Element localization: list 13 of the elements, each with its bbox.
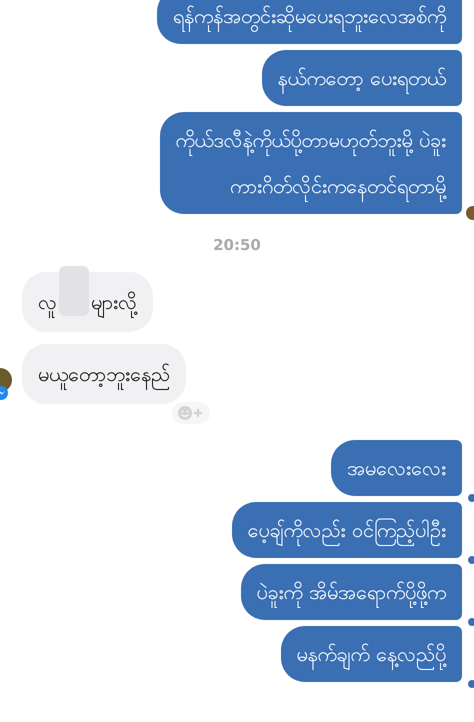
- message-text: နယ်ကတော့ ပေးရတယ်: [278, 62, 446, 94]
- add-reaction-button[interactable]: [172, 402, 210, 424]
- message-text: မယူတော့ဘူးနေည်: [38, 358, 170, 390]
- timestamp: 20:50: [213, 236, 261, 254]
- message-text: လူ: [38, 286, 57, 318]
- message-text: ပဲခူးကို အိမ်အရောက်ပို့ဖို့က: [256, 576, 446, 608]
- message-text: များလို့: [91, 286, 137, 318]
- message-text: ရန်ကုန်အတွင်းဆိုမပေးရဘူးလေအစ်ကို: [173, 0, 446, 32]
- message-text: ပေ့ချ်ကိုလည်း ဝင်ကြည့်ပါဦး: [248, 514, 446, 546]
- message-text: မနက်ချက် နေ့လည်ပို့: [296, 638, 446, 670]
- message-text: အမလေးလေး: [347, 455, 446, 482]
- message-text: ကားဂိတ်လိုင်းကနေတင်ရတာမို့: [230, 170, 446, 202]
- message-text: ကိုယ်ဒလီနဲ့ကိုယ်ပို့တာမဟုတ်ဘူးမို့ ပဲခူး: [176, 124, 446, 156]
